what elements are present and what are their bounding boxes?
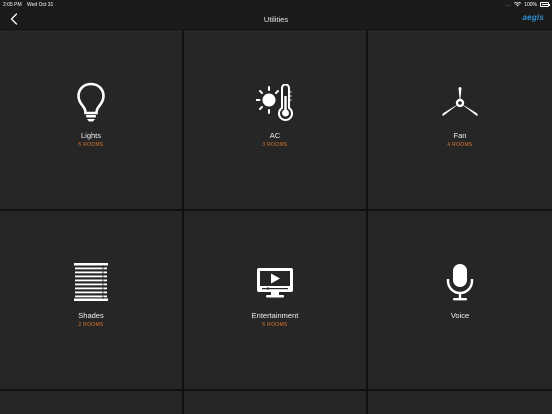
tile-voice[interactable]: Voice: [368, 211, 552, 389]
signal-dots: ....: [505, 1, 512, 8]
tile-partial[interactable]: [184, 391, 366, 414]
tv-play-icon: [257, 268, 293, 298]
tile-lights[interactable]: Lights 5 ROOMS: [0, 30, 182, 209]
status-left: 2:05 PM Wed Oct 31: [3, 2, 57, 8]
lightbulb-icon: [77, 82, 105, 122]
back-button[interactable]: [8, 12, 20, 26]
tile-rooms-count: 3 ROOMS: [262, 142, 288, 148]
wifi-icon: [514, 2, 522, 7]
chevron-left-icon: [10, 13, 18, 25]
utilities-grid: Lights 5 ROOMS AC 3 ROOMS Fan 4 ROOMS Sh…: [0, 29, 552, 414]
status-date: Wed Oct 31: [27, 1, 54, 8]
tile-partial[interactable]: [368, 391, 552, 414]
status-right: .... 100%: [505, 1, 550, 8]
tile-label: AC: [269, 131, 281, 140]
tile-fan[interactable]: Fan 4 ROOMS: [368, 30, 552, 209]
battery-percent: 100%: [524, 1, 537, 8]
sun-thermometer-icon: [256, 84, 293, 121]
tile-rooms-count: 4 ROOMS: [447, 142, 473, 148]
tile-rooms-count: 2 ROOMS: [78, 322, 104, 328]
window-blinds-icon: [74, 263, 108, 301]
tile-rooms-count: 5 ROOMS: [262, 322, 288, 328]
tile-ac[interactable]: AC 3 ROOMS: [184, 30, 366, 209]
nav-bar: Utilities aegis: [0, 9, 552, 29]
microphone-icon: [446, 264, 474, 301]
tile-shades[interactable]: Shades 2 ROOMS: [0, 211, 182, 389]
tile-label: Lights: [80, 131, 101, 140]
status-time: 2:05 PM: [3, 1, 22, 8]
tile-label: Shades: [78, 311, 104, 320]
status-bar: 2:05 PM Wed Oct 31 .... 100%: [0, 0, 552, 9]
page-title: Utilities: [263, 14, 289, 24]
fan-icon: [442, 87, 478, 116]
tile-rooms-count: 5 ROOMS: [78, 142, 104, 148]
tile-label: Voice: [450, 311, 470, 320]
tile-partial[interactable]: [0, 391, 182, 414]
brand-logo: aegis: [522, 13, 544, 22]
tile-entertainment[interactable]: Entertainment 5 ROOMS: [184, 211, 366, 389]
tile-label: Entertainment: [251, 311, 299, 320]
tile-label: Fan: [453, 131, 467, 140]
battery-icon: [540, 2, 550, 7]
